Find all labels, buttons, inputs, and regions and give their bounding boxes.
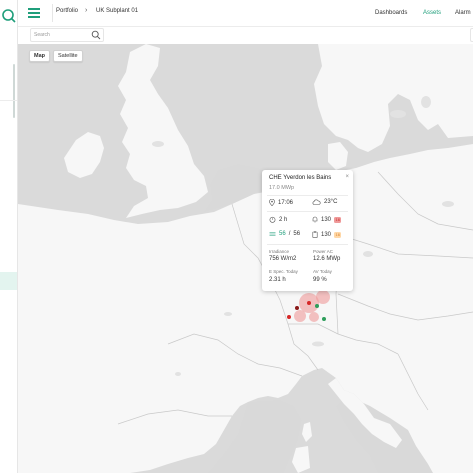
sidebar-scrollbar[interactable]	[13, 64, 15, 118]
nav-dashboards[interactable]: Dashboards	[375, 10, 407, 16]
breadcrumb-current: UK Subplant 01	[96, 8, 139, 14]
popup-weather: 23°C	[312, 199, 337, 205]
power-value: 12.6 MWp	[313, 256, 341, 262]
close-icon[interactable]: ×	[345, 174, 349, 180]
tickets-badge: 16	[334, 231, 342, 238]
irradiance-label: Irradiance	[269, 249, 290, 254]
irradiance-value: 756 W/m2	[269, 256, 297, 262]
popup-divider	[267, 195, 348, 196]
map-button[interactable]: Map	[29, 50, 50, 62]
satellite-button[interactable]: Satellite	[53, 50, 83, 62]
popup-inverters-ok: 56	[279, 231, 286, 237]
search-icon[interactable]	[0, 8, 16, 24]
popup-alarms-count: 130	[321, 216, 332, 223]
map-view[interactable]: Map Satellite	[18, 44, 473, 473]
sidebar-divider	[0, 100, 17, 101]
header-divider	[52, 4, 53, 22]
popup-inverters: 56 / 56	[269, 231, 300, 237]
chevron-right-icon: ›	[85, 7, 88, 14]
availability-label: AV Today	[313, 269, 332, 274]
sidebar-selected-item[interactable]	[0, 272, 17, 290]
popup-duration: 2 h	[269, 216, 287, 223]
clipboard-icon	[312, 231, 318, 238]
popup-alarms: 130 16	[312, 216, 342, 223]
asset-popup: CHE Yverdon les Bains × 17.0 MWp 17:06 2…	[262, 170, 353, 291]
map-type-toggle: Map Satellite	[29, 50, 83, 62]
yield-value: 2.31 h	[269, 277, 286, 283]
asset-marker-alarm	[287, 315, 291, 319]
asset-marker-alarm	[307, 301, 311, 305]
search-input[interactable]	[34, 30, 90, 40]
popup-tickets: 130 16	[312, 231, 342, 238]
availability-value: 99 %	[313, 277, 327, 283]
asset-marker-alarm	[295, 306, 299, 310]
popup-time-value: 17:06	[278, 199, 294, 206]
menu-icon[interactable]	[28, 8, 40, 18]
alarms-badge: 16	[334, 216, 342, 223]
breadcrumb-portfolio[interactable]: Portfolio	[56, 8, 78, 14]
yield-label: E Spec. Today	[269, 269, 298, 274]
top-bar: Portfolio › UK Subplant 01 Dashboards As…	[18, 0, 473, 27]
asset-marker-ok	[315, 304, 319, 308]
popup-temperature: 23°C	[324, 199, 338, 205]
search-row	[18, 27, 473, 44]
search-field	[30, 28, 104, 42]
timer-icon	[269, 216, 276, 223]
nav-alarms[interactable]: Alarm	[455, 10, 471, 16]
popup-inverters-sep: /	[288, 231, 291, 237]
europe-map	[18, 44, 473, 473]
popup-time: 17:06	[269, 199, 293, 206]
cloud-sun-icon	[312, 199, 321, 205]
sidebar	[0, 0, 18, 473]
bell-icon	[312, 216, 318, 223]
location-pin-icon	[269, 199, 275, 206]
popup-divider	[267, 211, 348, 212]
nav-assets[interactable]: Assets	[423, 10, 441, 16]
popup-inverters-total: 56	[293, 231, 301, 237]
asset-marker-ok	[322, 317, 326, 321]
inverter-icon	[269, 232, 276, 236]
popup-divider	[267, 244, 348, 245]
popup-title: CHE Yverdon les Bains	[269, 175, 332, 181]
power-label: Power AC	[313, 249, 334, 254]
popup-tickets-count: 130	[321, 231, 332, 238]
popup-capacity: 17.0 MWp	[269, 185, 295, 191]
popup-duration-value: 2 h	[279, 216, 288, 223]
search-icon[interactable]	[91, 30, 101, 40]
